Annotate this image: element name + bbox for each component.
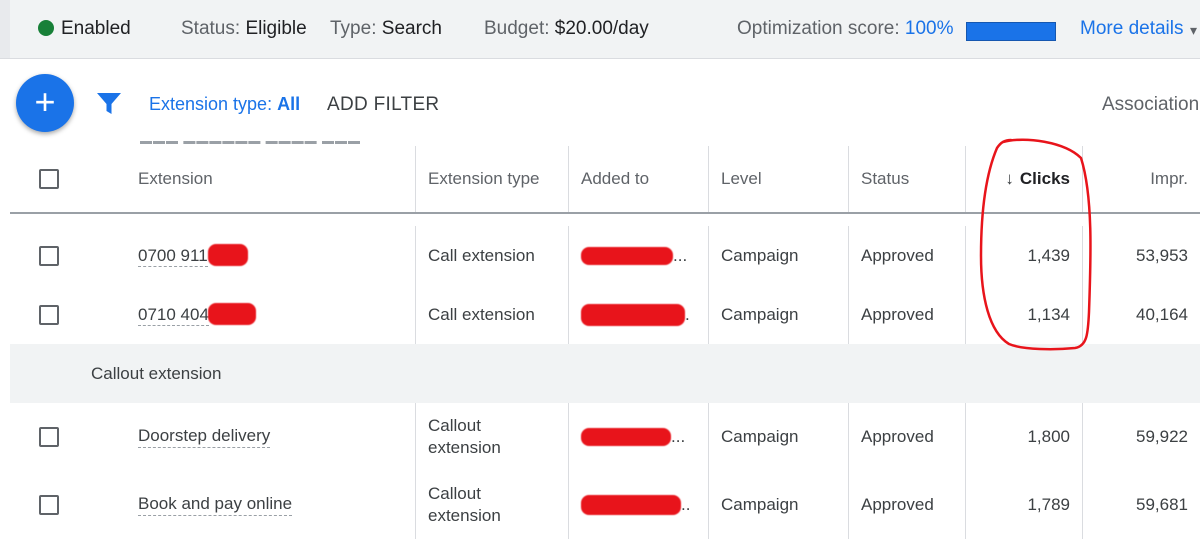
extension-type-filter[interactable]: Extension type: All [149, 94, 300, 115]
row-added-to[interactable]: ... [569, 403, 709, 471]
more-details-link[interactable]: More details [1080, 18, 1184, 40]
row-impr: 53,953 [1136, 245, 1188, 265]
association-column-toggle[interactable]: Association [1102, 94, 1199, 116]
row-extension-cell: Book and pay online [10, 471, 416, 539]
row-extension-cell: 0710 404 [10, 285, 416, 344]
header-extension-type[interactable]: Extension type [416, 146, 569, 212]
row-added-to[interactable]: ... [569, 226, 709, 285]
header-extension-cell: Extension [10, 146, 416, 212]
eligibility-status: Status: Eligible [181, 18, 307, 39]
add-extension-button[interactable]: + [16, 74, 74, 132]
redaction-mark [208, 302, 256, 325]
row-impr: 40,164 [1136, 304, 1188, 324]
row-checkbox[interactable] [39, 245, 59, 266]
row-extension-type: Callout extension [416, 471, 569, 539]
row-impr: 59,922 [1136, 427, 1188, 446]
header-status[interactable]: Status [849, 146, 966, 212]
table-row[interactable]: Book and pay online Callout extension .. … [10, 471, 1200, 539]
left-strip [0, 0, 10, 58]
extension-link[interactable]: Book and pay online [138, 494, 293, 516]
row-checkbox[interactable] [39, 427, 59, 447]
row-checkbox[interactable] [39, 495, 59, 515]
row-extension-type: Call extension [416, 285, 569, 344]
optimization-score-bar [966, 22, 1056, 41]
row-status: Approved [849, 471, 966, 539]
row-status: Approved [849, 403, 966, 471]
red-circle-annotation [979, 138, 1092, 351]
campaign-status-bar: Enabled Status: Eligible Type: Search Bu… [0, 0, 1200, 59]
enabled-dot-icon [38, 20, 54, 36]
extension-link[interactable]: 0700 911 [138, 243, 248, 267]
extension-link[interactable]: 0710 404 [138, 302, 256, 326]
row-clicks: 1,789 [966, 471, 1083, 539]
row-extension-type: Call extension [416, 226, 569, 285]
header-impr[interactable]: Impr. [1083, 146, 1200, 212]
extension-link[interactable]: Doorstep delivery [138, 426, 271, 448]
budget[interactable]: Budget: $20.00/day [484, 18, 649, 40]
redaction-mark [581, 495, 681, 515]
row-extension-type: Callout extension [416, 403, 569, 471]
row-clicks: 1,800 [966, 403, 1083, 471]
header-level[interactable]: Level [709, 146, 849, 212]
header-extension[interactable]: Extension [138, 169, 213, 189]
row-level: Campaign [709, 285, 849, 344]
row-checkbox[interactable] [39, 304, 59, 325]
optimization-score: Optimization score: 100% [737, 18, 954, 39]
enabled-status[interactable]: Enabled [38, 18, 131, 40]
redaction-mark [581, 428, 671, 446]
row-impr: 59,681 [1136, 495, 1188, 514]
table-row[interactable]: Doorstep delivery Callout extension ... C… [10, 403, 1200, 472]
header-added-to[interactable]: Added to [569, 146, 709, 212]
row-status: Approved [849, 226, 966, 285]
select-all-checkbox[interactable] [39, 169, 59, 189]
row-extension-cell: 0700 911 [10, 226, 416, 285]
plus-icon: + [34, 81, 56, 122]
chevron-down-icon[interactable]: ▾ [1190, 22, 1197, 39]
row-extension-cell: Doorstep delivery [10, 403, 416, 471]
add-filter-button[interactable]: ADD FILTER [327, 94, 439, 116]
row-status: Approved [849, 285, 966, 344]
redaction-mark [581, 246, 673, 265]
row-level: Campaign [709, 403, 849, 471]
redaction-mark [581, 303, 685, 326]
redaction-mark [208, 243, 248, 266]
funnel-icon[interactable] [96, 92, 122, 116]
row-added-to[interactable]: . [569, 285, 709, 344]
row-level: Campaign [709, 471, 849, 539]
row-added-to[interactable]: .. [569, 471, 709, 539]
campaign-type: Type: Search [330, 18, 442, 39]
row-level: Campaign [709, 226, 849, 285]
